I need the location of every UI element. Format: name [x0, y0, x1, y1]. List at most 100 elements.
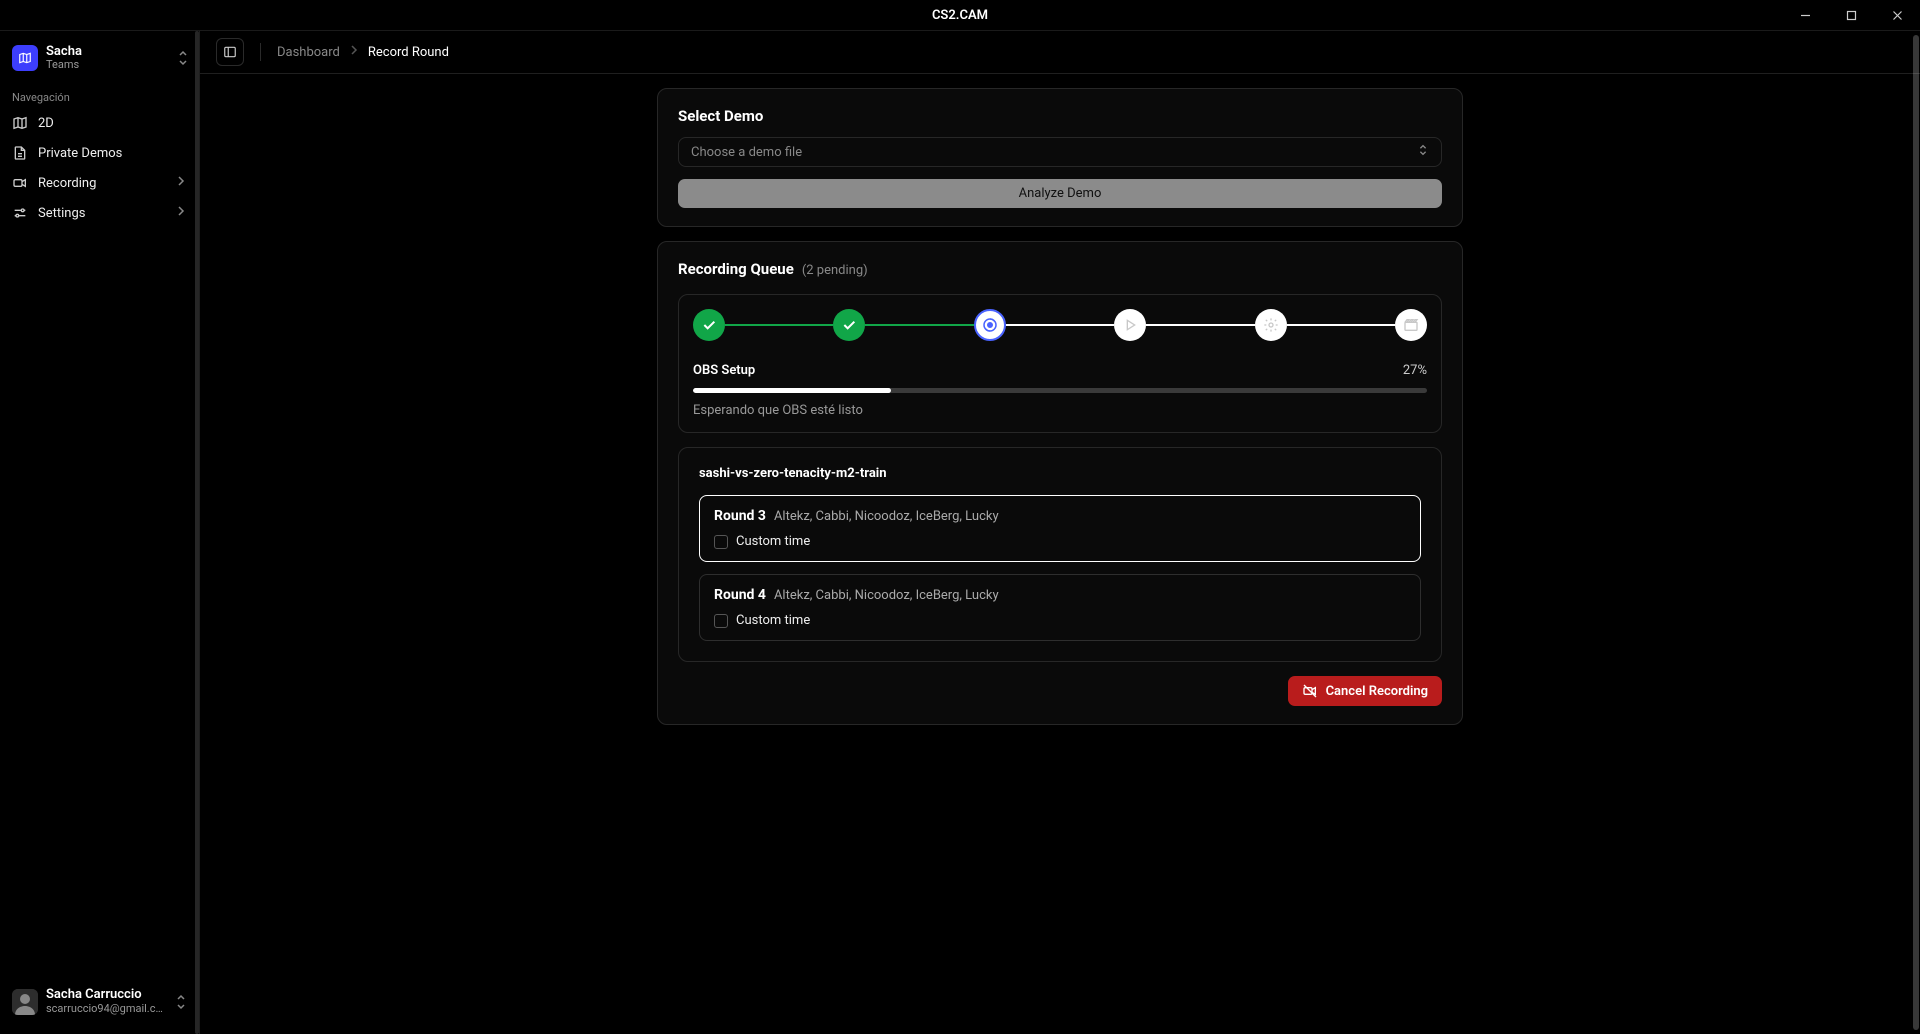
chevron-right-icon	[348, 44, 360, 60]
cancel-recording-label: Cancel Recording	[1326, 684, 1428, 699]
chevron-right-icon	[175, 175, 187, 191]
divider	[260, 43, 261, 61]
titlebar: CS2.CAM	[0, 0, 1920, 31]
check-icon	[841, 317, 857, 333]
window-minimize-button[interactable]	[1782, 0, 1828, 30]
maximize-icon	[1846, 10, 1857, 21]
demo-file-placeholder: Choose a demo file	[691, 145, 802, 160]
app-title: CS2.CAM	[932, 8, 988, 23]
demo-file-select[interactable]: Choose a demo file	[678, 137, 1442, 167]
round-title: Round 3	[714, 508, 766, 524]
step-5-pending-gear	[1255, 309, 1287, 341]
recording-queue-card: Recording Queue (2 pending)	[657, 241, 1463, 725]
video-icon	[12, 175, 28, 191]
demo-name: sashi-vs-zero-tenacity-m2-train	[699, 466, 1421, 481]
round-players: Altekz, Cabbi, Nicoodoz, IceBerg, Lucky	[774, 588, 999, 603]
progress-bar	[693, 388, 1427, 393]
file-icon	[12, 145, 28, 161]
nav-item-recording[interactable]: Recording	[0, 168, 199, 198]
obs-icon	[981, 316, 999, 334]
custom-time-checkbox-row[interactable]: Custom time	[714, 613, 1406, 628]
main-scrollbar-thumb[interactable]	[1913, 35, 1919, 1030]
step-3-active-obs	[974, 309, 1006, 341]
sliders-icon	[12, 205, 28, 221]
chevrons-vertical-icon	[177, 50, 189, 66]
progress-percent: 27%	[1403, 363, 1427, 378]
video-off-icon	[1302, 683, 1318, 699]
chevron-right-icon	[175, 205, 187, 221]
user-switcher[interactable]: Sacha Carruccio scarruccio94@gmail.com	[0, 980, 199, 1024]
nav-item-settings[interactable]: Settings	[0, 198, 199, 228]
step-connector	[865, 324, 973, 326]
queue-pending-count: (2 pending)	[802, 263, 868, 278]
check-icon	[701, 317, 717, 333]
nav-item-private-demos[interactable]: Private Demos	[0, 138, 199, 168]
step-1-done	[693, 309, 725, 341]
progress-message: Esperando que OBS esté listo	[693, 403, 1427, 418]
panel-left-icon	[223, 45, 237, 59]
window-controls	[1782, 0, 1920, 30]
team-name: Sacha	[46, 45, 169, 59]
select-demo-card: Select Demo Choose a demo file Analyze D…	[657, 88, 1463, 227]
queue-title: Recording Queue	[678, 260, 794, 278]
select-demo-title: Select Demo	[678, 107, 1442, 125]
close-icon	[1892, 10, 1903, 21]
team-icon	[12, 45, 38, 71]
main: Dashboard Record Round Select Demo Choos…	[200, 31, 1920, 1034]
window-maximize-button[interactable]	[1828, 0, 1874, 30]
checkbox-unchecked-icon[interactable]	[714, 535, 728, 549]
round-card-active[interactable]: Round 3 Altekz, Cabbi, Nicoodoz, IceBerg…	[699, 495, 1421, 562]
main-scrollbar-track[interactable]	[1912, 31, 1920, 1034]
gear-icon	[1263, 317, 1279, 333]
cancel-recording-button[interactable]: Cancel Recording	[1288, 676, 1442, 706]
nav-item-label: 2D	[38, 116, 54, 131]
select-caret-icon	[1417, 143, 1429, 161]
progress-step-label: OBS Setup	[693, 363, 755, 378]
progress-card: OBS Setup 27% Esperando que OBS esté lis…	[678, 294, 1442, 433]
clapperboard-icon	[1403, 317, 1419, 333]
round-players: Altekz, Cabbi, Nicoodoz, IceBerg, Lucky	[774, 509, 999, 524]
round-title: Round 4	[714, 587, 766, 603]
user-email: scarruccio94@gmail.com	[46, 1003, 167, 1016]
topbar: Dashboard Record Round	[200, 31, 1920, 74]
sidebar-scrollbar[interactable]	[195, 31, 199, 1034]
step-connector	[725, 324, 833, 326]
avatar	[12, 989, 38, 1015]
nav-item-label: Private Demos	[38, 146, 122, 161]
chevrons-vertical-icon	[175, 994, 187, 1010]
step-4-pending-play	[1114, 309, 1146, 341]
team-switcher[interactable]: Sacha Teams	[0, 41, 199, 85]
custom-time-label: Custom time	[736, 534, 810, 549]
sidebar: Sacha Teams Navegación 2D Private Demos	[0, 31, 200, 1034]
analyze-demo-button[interactable]: Analyze Demo	[678, 179, 1442, 208]
team-subtitle: Teams	[46, 59, 169, 71]
step-connector	[1006, 324, 1114, 326]
nav-item-label: Recording	[38, 176, 96, 191]
window-close-button[interactable]	[1874, 0, 1920, 30]
nav-section-label: Navegación	[0, 85, 199, 108]
nav-item-2d[interactable]: 2D	[0, 108, 199, 138]
step-connector	[1287, 324, 1395, 326]
minimize-icon	[1800, 10, 1811, 21]
demo-block: sashi-vs-zero-tenacity-m2-train Round 3 …	[678, 447, 1442, 662]
step-2-done	[833, 309, 865, 341]
progress-bar-fill	[693, 388, 891, 393]
custom-time-checkbox-row[interactable]: Custom time	[714, 534, 1406, 549]
content: Select Demo Choose a demo file Analyze D…	[200, 74, 1920, 1034]
step-indicator	[693, 309, 1427, 341]
breadcrumb-root[interactable]: Dashboard	[277, 45, 340, 60]
checkbox-unchecked-icon[interactable]	[714, 614, 728, 628]
breadcrumb: Dashboard Record Round	[277, 44, 449, 60]
breadcrumb-current: Record Round	[368, 45, 449, 60]
panel-toggle-button[interactable]	[216, 38, 244, 66]
map-icon	[18, 51, 32, 65]
map-icon	[12, 115, 28, 131]
analyze-demo-label: Analyze Demo	[1019, 186, 1102, 201]
nav-item-label: Settings	[38, 206, 85, 221]
custom-time-label: Custom time	[736, 613, 810, 628]
round-card[interactable]: Round 4 Altekz, Cabbi, Nicoodoz, IceBerg…	[699, 574, 1421, 641]
play-icon	[1122, 317, 1138, 333]
step-6-pending-clapper	[1395, 309, 1427, 341]
user-name: Sacha Carruccio	[46, 988, 167, 1003]
step-connector	[1146, 324, 1254, 326]
